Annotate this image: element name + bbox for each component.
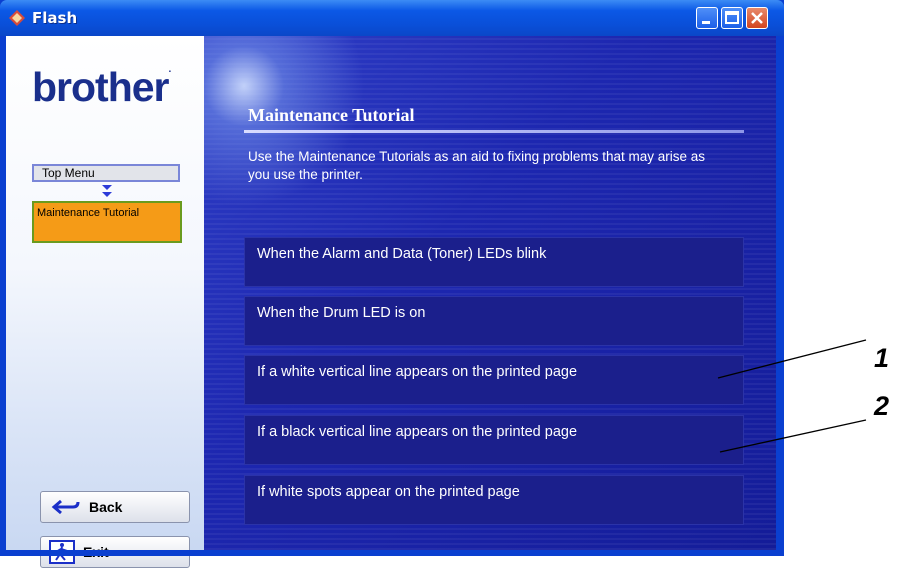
callout-line-2 [719, 419, 867, 453]
callout-number-2: 2 [874, 391, 890, 421]
callout-line-1 [717, 339, 867, 379]
callout-number-1: 1 [874, 343, 890, 373]
callout-lines [717, 339, 867, 453]
